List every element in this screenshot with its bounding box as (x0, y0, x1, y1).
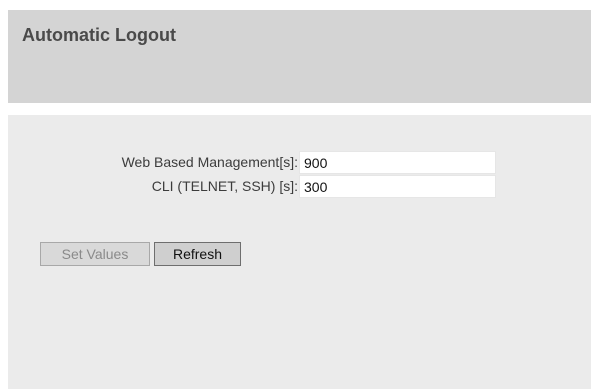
cli-timeout-row: CLI (TELNET, SSH) [s]: (8, 175, 591, 198)
set-values-button[interactable]: Set Values (40, 242, 150, 266)
automatic-logout-panel: Automatic Logout Web Based Management[s]… (8, 10, 591, 389)
refresh-button[interactable]: Refresh (154, 242, 241, 266)
settings-form: Web Based Management[s]: CLI (TELNET, SS… (8, 115, 591, 389)
page-header: Automatic Logout (8, 10, 591, 103)
page-title: Automatic Logout (22, 25, 176, 45)
cli-timeout-input[interactable] (299, 175, 496, 198)
web-management-timeout-input[interactable] (299, 151, 496, 174)
cli-timeout-label: CLI (TELNET, SSH) [s]: (151, 178, 298, 194)
web-management-timeout-row: Web Based Management[s]: (8, 151, 591, 174)
web-management-timeout-label: Web Based Management[s]: (121, 154, 298, 170)
